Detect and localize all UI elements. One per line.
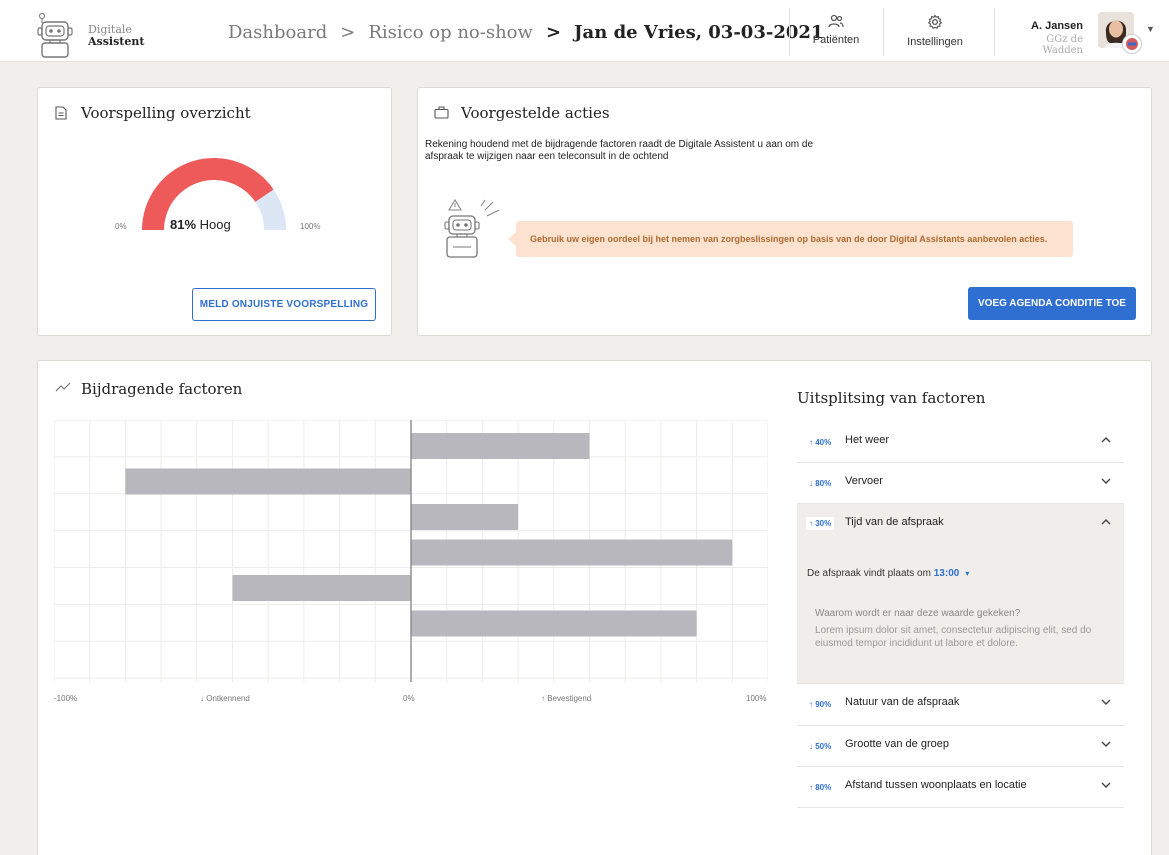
factor-percent: ↑ 90% bbox=[809, 700, 832, 709]
chevron-up-icon[interactable] bbox=[1100, 518, 1112, 526]
tick-negative: ↓ Ontkennend bbox=[200, 694, 250, 703]
trend-line-icon bbox=[55, 382, 71, 392]
factor-name: Het weer bbox=[845, 434, 890, 446]
appointment-time-prefix: De afspraak vindt plaats om bbox=[807, 568, 931, 579]
top-bar: Digitale Assistent Dashboard > Risico op n… bbox=[0, 0, 1169, 62]
factor-header[interactable]: ↑ 90% Natuur van de afspraak bbox=[797, 684, 1124, 725]
chevron-down-icon[interactable] bbox=[1100, 477, 1112, 485]
breadcrumb-separator: > bbox=[340, 22, 356, 43]
factor-bar bbox=[232, 575, 411, 601]
breakdown-title: Uitsplitsing van factoren bbox=[797, 389, 986, 407]
tick-max: 100% bbox=[746, 694, 767, 703]
factor-item-group-size[interactable]: ↓ 50% Grootte van de groep bbox=[797, 726, 1124, 767]
tick-min: -100% bbox=[54, 694, 78, 703]
appointment-time-line: De afspraak vindt plaats om 13:00 ▾ bbox=[807, 568, 969, 579]
breadcrumb-dashboard[interactable]: Dashboard bbox=[228, 22, 327, 43]
factor-item-appointment-time[interactable]: ↑ 30% Tijd van de afspraak De afspraak v… bbox=[797, 504, 1124, 684]
gear-icon bbox=[927, 14, 943, 30]
robot-logo-icon[interactable] bbox=[36, 12, 74, 58]
brand: Digitale Assistent bbox=[88, 24, 144, 48]
factor-name: Vervoer bbox=[845, 475, 883, 487]
why-title: Waarom wordt er naar deze waarde gekeken… bbox=[815, 608, 1021, 619]
factors-bar-chart bbox=[54, 420, 768, 682]
users-icon bbox=[828, 14, 844, 28]
chevron-up-icon[interactable] bbox=[1100, 436, 1112, 444]
factor-percent: ↑ 40% bbox=[809, 438, 832, 447]
breadcrumb-current: Jan de Vries, 03-03-2021 bbox=[574, 22, 824, 43]
breadcrumb-separator: > bbox=[545, 22, 562, 43]
chevron-down-icon[interactable]: ▼ bbox=[1146, 24, 1155, 34]
gauge-value: 81% Hoog bbox=[170, 217, 231, 232]
forecast-title: Voorspelling overzicht bbox=[81, 104, 251, 122]
factor-header[interactable]: ↓ 50% Grootte van de groep bbox=[797, 726, 1124, 767]
factor-item-nature[interactable]: ↑ 90% Natuur van de afspraak bbox=[797, 684, 1124, 726]
chevron-down-icon[interactable] bbox=[1100, 698, 1112, 706]
factor-percent: ↑ 80% bbox=[809, 783, 832, 792]
actions-title: Voorgestelde acties bbox=[461, 104, 610, 122]
factor-header[interactable]: ↑ 80% Afstand tussen woonplaats en locat… bbox=[797, 767, 1124, 808]
document-icon bbox=[55, 106, 67, 120]
divider bbox=[789, 8, 790, 56]
warning-pointer bbox=[508, 232, 516, 246]
chevron-down-icon[interactable] bbox=[1100, 781, 1112, 789]
gauge-min-label: 0% bbox=[115, 222, 127, 231]
factor-item-weather[interactable]: ↑ 40% Het weer bbox=[797, 422, 1124, 463]
divider bbox=[994, 8, 995, 56]
robot-alert-icon bbox=[444, 198, 500, 258]
why-body: Lorem ipsum dolor sit amet, consectetur … bbox=[815, 625, 1092, 649]
factor-bar bbox=[125, 468, 412, 495]
breadcrumb: Dashboard > Risico op no-show > Jan de Vries… bbox=[228, 22, 823, 43]
factors-title: Bijdragende factoren bbox=[81, 380, 243, 398]
factor-header[interactable]: ↑ 40% Het weer bbox=[797, 422, 1124, 463]
gauge-percent: 81% bbox=[170, 217, 197, 232]
briefcase-icon bbox=[434, 106, 449, 119]
factor-name: Tijd van de afspraak bbox=[845, 516, 944, 528]
badge-emblem-icon bbox=[1126, 38, 1138, 50]
tick-positive: ↑ Bevestigend bbox=[541, 694, 592, 703]
factor-name: Natuur van de afspraak bbox=[845, 696, 960, 708]
brand-line-2: Assistent bbox=[88, 35, 145, 48]
nav-settings-label: Instellingen bbox=[907, 36, 963, 48]
factor-bar bbox=[411, 610, 697, 637]
divider bbox=[883, 8, 884, 56]
organization-badge-icon bbox=[1122, 34, 1142, 54]
factor-item-distance[interactable]: ↑ 80% Afstand tussen woonplaats en locat… bbox=[797, 767, 1124, 808]
advice-text: Rekening houdend met de bijdragende fact… bbox=[425, 139, 814, 162]
chevron-down-icon[interactable] bbox=[1100, 740, 1112, 748]
nav-patients-label: Patiënten bbox=[812, 34, 860, 46]
appointment-time-select[interactable]: 13:00 bbox=[934, 568, 960, 579]
factor-bar bbox=[411, 539, 733, 566]
user-org: GGz de Wadden bbox=[1042, 34, 1083, 56]
factor-name: Afstand tussen woonplaats en locatie bbox=[845, 779, 1027, 791]
nav-patients[interactable]: Patiënten bbox=[800, 14, 872, 46]
factor-percent: ↑ 30% bbox=[806, 517, 835, 530]
factor-name: Grootte van de groep bbox=[845, 738, 949, 750]
factor-percent: ↓ 80% bbox=[809, 479, 832, 488]
tick-zero: 0% bbox=[403, 694, 415, 703]
factor-bar bbox=[411, 504, 519, 530]
user-name: A. Jansen bbox=[1031, 20, 1083, 32]
gauge-level: Hoog bbox=[199, 217, 231, 232]
factor-header[interactable]: ↓ 80% Vervoer bbox=[797, 463, 1124, 504]
nav-settings[interactable]: Instellingen bbox=[893, 14, 977, 48]
breadcrumb-risk[interactable]: Risico op no-show bbox=[368, 22, 533, 43]
warning-banner: Gebruik uw eigen oordeel bij het nemen v… bbox=[516, 221, 1073, 257]
factor-header[interactable]: ↑ 30% Tijd van de afspraak bbox=[797, 504, 1124, 545]
factor-bar bbox=[411, 433, 590, 459]
chevron-down-icon[interactable]: ▾ bbox=[965, 569, 969, 578]
gauge-max-label: 100% bbox=[300, 222, 321, 231]
factor-percent: ↓ 50% bbox=[809, 742, 832, 751]
add-agenda-condition-button[interactable]: VOEG AGENDA CONDITIE TOE bbox=[968, 287, 1136, 320]
report-wrong-prediction-button[interactable]: MELD ONJUISTE VOORSPELLING bbox=[192, 288, 376, 321]
factor-item-transport[interactable]: ↓ 80% Vervoer bbox=[797, 463, 1124, 504]
